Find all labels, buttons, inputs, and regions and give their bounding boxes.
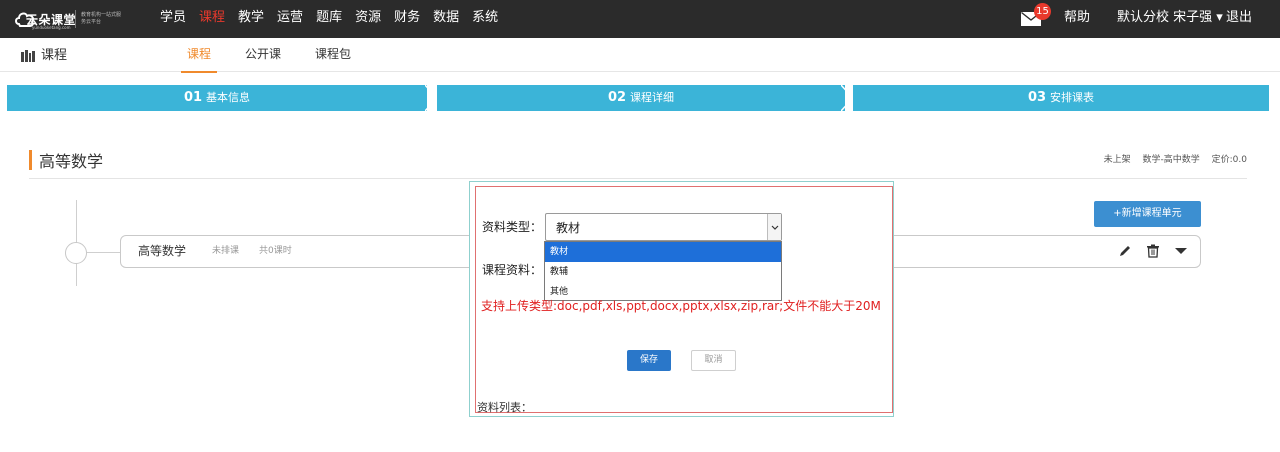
step-progress: 01 基本信息 02 课程详细 03 安排课表 xyxy=(7,85,1269,111)
timeline-node xyxy=(65,242,87,264)
resource-type-select[interactable]: 教材 xyxy=(545,213,782,241)
title-accent-bar xyxy=(29,150,32,170)
nav-item-courses[interactable]: 课程 xyxy=(199,0,225,38)
sub-navbar: 课程 课程 公开课 课程包 xyxy=(0,38,1280,73)
save-button[interactable]: 保存 xyxy=(627,350,671,371)
step-basic-info[interactable]: 01 基本信息 xyxy=(7,85,427,111)
step-number: 03 xyxy=(1027,90,1047,105)
unit-hours: 共0课时 xyxy=(259,246,292,256)
step-label: 课程详细 xyxy=(630,91,675,104)
expand-caret-icon[interactable] xyxy=(1174,244,1188,258)
step-number: 02 xyxy=(607,90,627,105)
unit-name: 高等数学 xyxy=(138,244,187,258)
step-schedule[interactable]: 03 安排课表 xyxy=(853,85,1269,111)
edit-pencil-icon[interactable] xyxy=(1118,244,1132,258)
tab-courses[interactable]: 课程 xyxy=(181,38,218,73)
course-category: 数学-高中数学 xyxy=(1142,155,1200,165)
step-course-detail[interactable]: 02 课程详细 xyxy=(437,85,845,111)
cancel-button[interactable]: 取消 xyxy=(691,350,736,371)
delete-trash-icon[interactable] xyxy=(1146,244,1160,258)
nav-item-data[interactable]: 数据 xyxy=(433,0,459,38)
nav-item-question-bank[interactable]: 题库 xyxy=(316,0,342,38)
main-nav: 学员 课程 教学 运营 题库 资源 财务 数据 系统 xyxy=(160,0,511,38)
resource-type-value: 教材 xyxy=(556,221,581,235)
divider xyxy=(29,178,1247,179)
nav-item-teaching[interactable]: 教学 xyxy=(238,0,264,38)
nav-item-students[interactable]: 学员 xyxy=(160,0,186,38)
chevron-down-icon xyxy=(771,225,779,230)
step-label: 安排课表 xyxy=(1050,91,1095,104)
nav-item-finance[interactable]: 财务 xyxy=(394,0,420,38)
resource-type-options: 教材 教辅 其他 xyxy=(544,241,782,301)
books-icon xyxy=(21,50,35,62)
logo-slogan: 教育机构一站式服务云平台 xyxy=(81,12,122,25)
course-title: 高等数学 xyxy=(39,152,104,171)
nav-item-system[interactable]: 系统 xyxy=(472,0,498,38)
help-link[interactable]: 帮助 xyxy=(1064,0,1090,36)
course-resource-label: 课程资料： xyxy=(482,263,543,277)
course-price: 定价:0.0 xyxy=(1211,155,1247,165)
step-label: 基本信息 xyxy=(206,91,251,104)
timeline-connector xyxy=(87,252,120,253)
school-user-dropdown[interactable]: 默认分校 宋子强 ▾ xyxy=(1117,0,1223,36)
unit-actions xyxy=(1104,244,1188,258)
section-title: 课程 xyxy=(41,48,68,63)
option-textbook[interactable]: 教材 xyxy=(545,242,781,262)
option-supplementary[interactable]: 教辅 xyxy=(545,262,781,282)
top-navbar: 云朵课堂 yunduoketang.com 教育机构一站式服务云平台 学员 课程… xyxy=(0,0,1280,38)
tab-open-courses[interactable]: 公开课 xyxy=(239,38,287,73)
nav-item-operations[interactable]: 运营 xyxy=(277,0,303,38)
logo-domain: yunduoketang.com xyxy=(32,25,71,30)
add-unit-button[interactable]: +新增课程单元 xyxy=(1094,201,1201,227)
upload-type-note: 支持上传类型:doc,pdf,xls,ppt,docx,pptx,xlsx,zi… xyxy=(481,299,881,313)
unit-status: 未排课 xyxy=(212,246,240,256)
sub-tabs: 课程 公开课 课程包 xyxy=(181,38,379,73)
logout-link[interactable]: 退出 xyxy=(1226,0,1252,36)
logo[interactable]: 云朵课堂 yunduoketang.com 教育机构一站式服务云平台 xyxy=(14,7,134,31)
step-number: 01 xyxy=(183,90,203,105)
nav-item-resources[interactable]: 资源 xyxy=(355,0,381,38)
select-dropdown-button[interactable] xyxy=(767,214,781,240)
resource-type-label: 资料类型： xyxy=(482,220,543,234)
resource-list-label: 资料列表： xyxy=(477,401,532,414)
mail-count-badge: 15 xyxy=(1034,3,1051,20)
logo-divider xyxy=(75,10,76,28)
course-status: 未上架 xyxy=(1103,155,1131,165)
tab-course-packages[interactable]: 课程包 xyxy=(309,38,357,73)
course-meta: 未上架 数学-高中数学 定价:0.0 xyxy=(1095,152,1247,165)
